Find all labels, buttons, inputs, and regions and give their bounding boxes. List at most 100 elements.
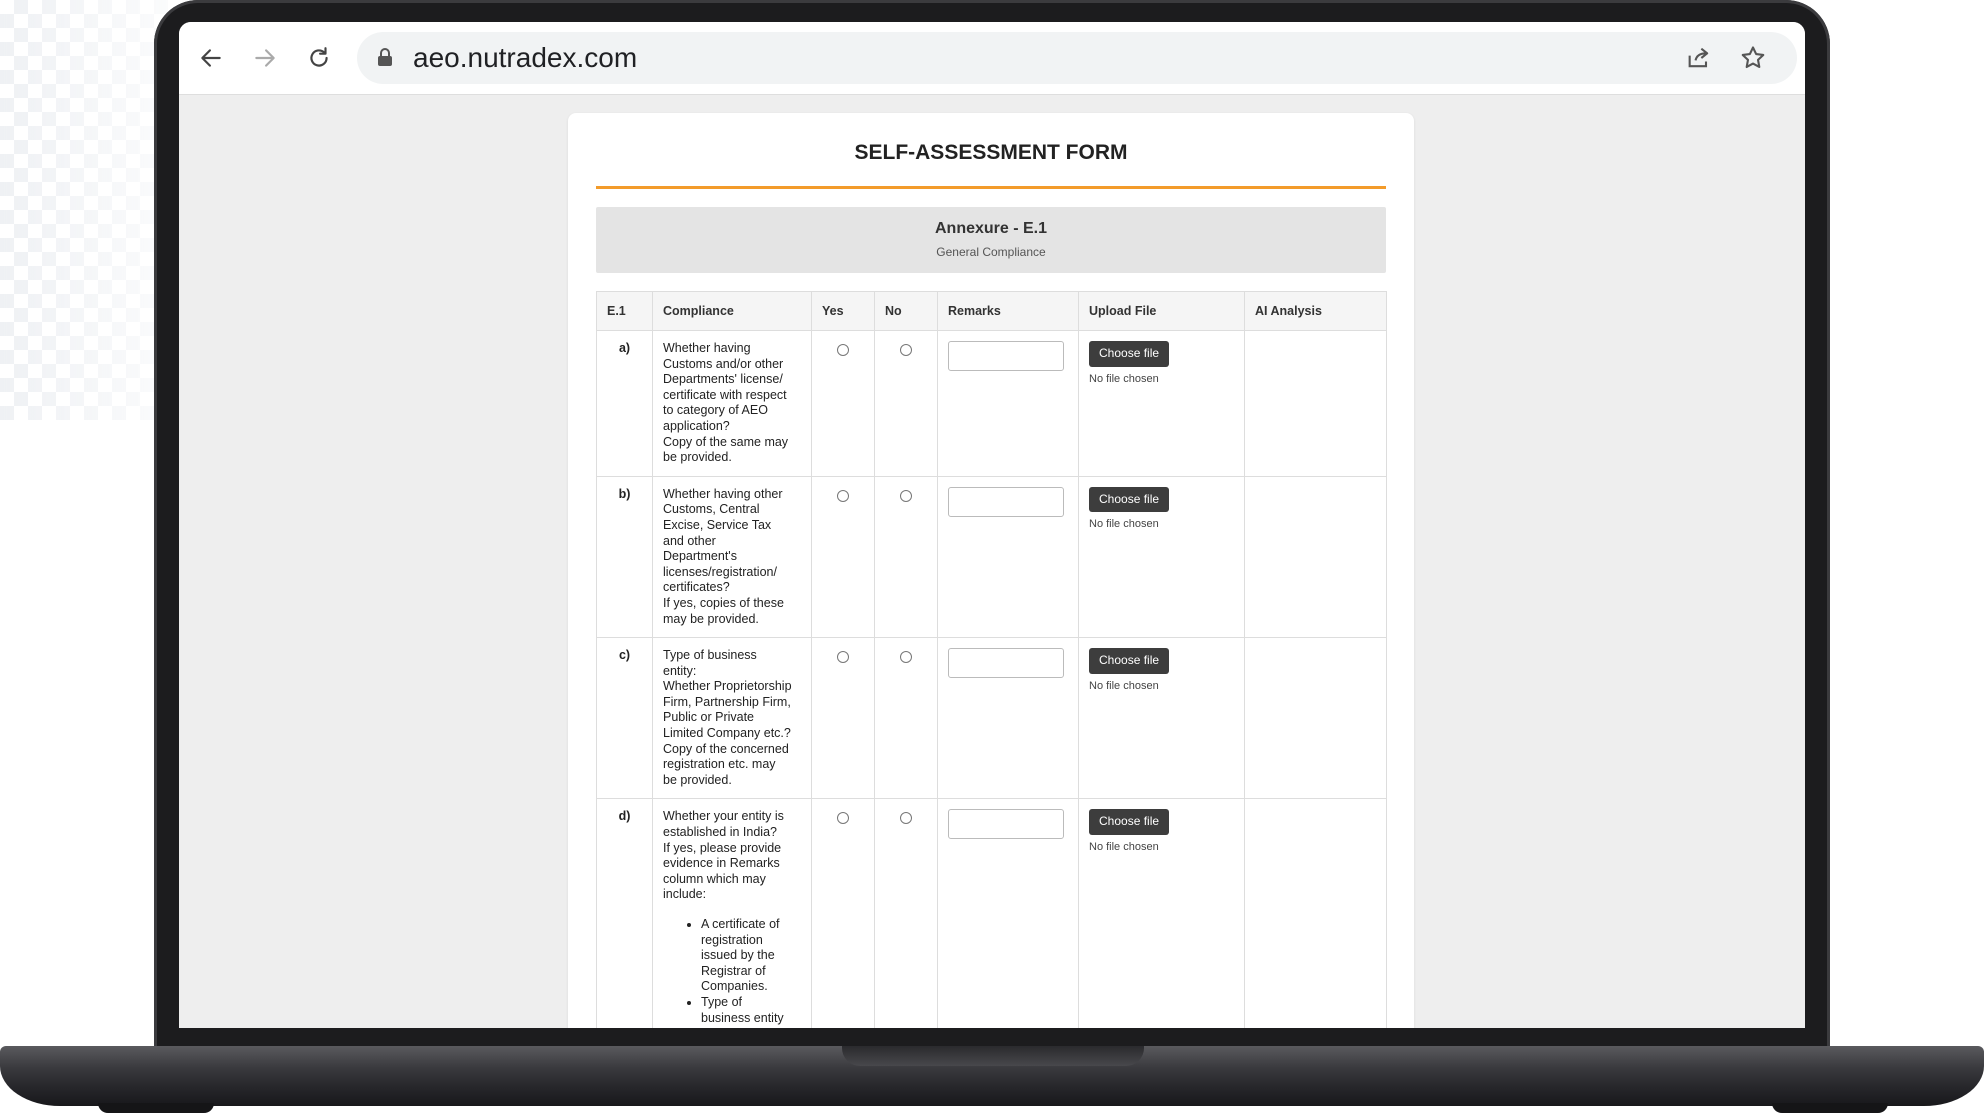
upload-cell: Choose file No file chosen bbox=[1078, 798, 1245, 1028]
table-header-row: E.1 Compliance Yes No Remarks Upload Fil… bbox=[596, 291, 1387, 331]
header-no: No bbox=[874, 291, 938, 331]
header-upload: Upload File bbox=[1078, 291, 1245, 331]
yes-radio[interactable] bbox=[837, 651, 849, 664]
no-radio[interactable] bbox=[900, 489, 912, 502]
compliance-text-line: certificate with respect bbox=[663, 387, 787, 402]
compliance-text-line: evidence in Remarks bbox=[663, 856, 780, 871]
compliance-text-line: Department's bbox=[663, 549, 737, 564]
evidence-text-line: A certificate of bbox=[701, 917, 780, 931]
reload-icon[interactable] bbox=[301, 40, 337, 76]
remarks-input[interactable] bbox=[948, 648, 1064, 679]
choose-file-button[interactable]: Choose file bbox=[1089, 648, 1170, 674]
laptop-screen: aeo.nutradex.com SELF-ASSESSMENT FORM An… bbox=[179, 22, 1805, 1028]
no-cell bbox=[874, 475, 938, 639]
compliance-text-line: licenses/registration/ bbox=[663, 564, 777, 579]
row-index: b) bbox=[596, 475, 653, 639]
compliance-text-line: Whether having other bbox=[663, 486, 783, 501]
ai-analysis-cell bbox=[1244, 637, 1387, 800]
header-ai-analysis: AI Analysis bbox=[1244, 291, 1387, 331]
compliance-text-line: be provided. bbox=[663, 772, 732, 787]
table-row: d) Whether your entity is established in I… bbox=[596, 798, 1387, 1028]
choose-file-button[interactable]: Choose file bbox=[1089, 486, 1170, 513]
compliance-text-line: column which may bbox=[663, 871, 766, 886]
compliance-text-line: established in India? bbox=[663, 825, 777, 840]
upload-cell: Choose file No file chosen bbox=[1078, 475, 1245, 639]
annexure-header: Annexure - E.1 General Compliance bbox=[596, 207, 1386, 273]
remarks-cell bbox=[937, 798, 1079, 1028]
row-index: d) bbox=[596, 798, 653, 1028]
compliance-text-line: Public or Private bbox=[663, 710, 755, 725]
bookmark-star-icon[interactable] bbox=[1739, 44, 1767, 72]
table-row: c) Type of business entity: Whether Proprie… bbox=[596, 637, 1387, 800]
yes-cell bbox=[811, 475, 875, 639]
compliance-text-line: Whether having bbox=[663, 341, 751, 355]
no-radio[interactable] bbox=[900, 651, 912, 664]
forward-arrow-icon[interactable] bbox=[247, 40, 283, 76]
url-text[interactable]: aeo.nutradex.com bbox=[413, 42, 637, 74]
evidence-text-line: business entity bbox=[701, 1010, 784, 1025]
compliance-text-line: Copy of the concerned bbox=[663, 741, 789, 756]
file-status-text: No file chosen bbox=[1089, 372, 1159, 385]
table-row: b) Whether having other Customs, Central Ex… bbox=[596, 475, 1387, 639]
compliance-text-line: If yes, please provide bbox=[663, 840, 782, 855]
laptop-foot-right bbox=[1772, 1103, 1888, 1113]
lock-icon bbox=[377, 47, 393, 72]
remarks-cell bbox=[937, 637, 1079, 800]
compliance-cell: Whether having other Customs, Central Exci… bbox=[652, 475, 812, 639]
laptop-foot-left bbox=[98, 1103, 214, 1113]
header-yes: Yes bbox=[811, 291, 875, 331]
ai-analysis-cell bbox=[1244, 330, 1387, 477]
compliance-text-line: Type of business bbox=[663, 648, 757, 663]
compliance-text-line: to category of AEO bbox=[663, 403, 768, 418]
evidence-list-item: Type ofbusiness entity bbox=[701, 995, 801, 1026]
annexure-subtitle: General Compliance bbox=[936, 245, 1046, 259]
evidence-list: A certificate ofregistrationissued by th… bbox=[663, 917, 801, 1026]
evidence-list-item: A certificate ofregistrationissued by th… bbox=[701, 917, 801, 995]
compliance-text-line: entity: bbox=[663, 663, 697, 678]
row-index: c) bbox=[596, 637, 653, 800]
compliance-cell: Type of business entity: Whether Proprieto… bbox=[652, 637, 812, 800]
compliance-text-line: and other bbox=[663, 533, 716, 548]
compliance-cell: Whether having Customs and/or other Depart… bbox=[652, 330, 812, 477]
remarks-input[interactable] bbox=[948, 486, 1064, 517]
address-bar[interactable]: aeo.nutradex.com bbox=[357, 32, 1797, 84]
remarks-input[interactable] bbox=[948, 809, 1064, 840]
choose-file-button[interactable]: Choose file bbox=[1089, 341, 1170, 367]
no-radio[interactable] bbox=[900, 344, 912, 356]
laptop-hinge-notch bbox=[842, 1046, 1144, 1066]
ai-analysis-cell bbox=[1244, 798, 1387, 1028]
evidence-text-line: Type of bbox=[701, 994, 742, 1009]
no-radio[interactable] bbox=[900, 812, 912, 825]
file-status-text: No file chosen bbox=[1089, 841, 1159, 854]
compliance-table: E.1 Compliance Yes No Remarks Upload Fil… bbox=[596, 291, 1387, 1028]
file-status-text: No file chosen bbox=[1089, 679, 1159, 692]
yes-radio[interactable] bbox=[837, 489, 849, 502]
file-status-text: No file chosen bbox=[1089, 518, 1159, 531]
browser-toolbar: aeo.nutradex.com bbox=[179, 22, 1805, 95]
evidence-text-line: Companies. bbox=[701, 979, 768, 994]
evidence-text-line: issued by the bbox=[701, 948, 775, 963]
compliance-text-line: Whether your entity is bbox=[663, 809, 784, 824]
compliance-text-line: Firm, Partnership Firm, bbox=[663, 694, 791, 709]
compliance-text-line: application? bbox=[663, 418, 730, 433]
choose-file-button[interactable]: Choose file bbox=[1089, 809, 1170, 836]
header-remarks: Remarks bbox=[937, 291, 1079, 331]
compliance-text-line: If yes, copies of these bbox=[663, 595, 784, 610]
annexure-title: Annexure - E.1 bbox=[934, 220, 1048, 237]
upload-cell: Choose file No file chosen bbox=[1078, 330, 1245, 477]
table-row: a) Whether having Customs and/or other Depa… bbox=[596, 330, 1387, 477]
yes-radio[interactable] bbox=[837, 344, 849, 356]
yes-cell bbox=[811, 798, 875, 1028]
remarks-cell bbox=[937, 475, 1079, 639]
no-cell bbox=[874, 637, 938, 800]
back-arrow-icon[interactable] bbox=[193, 40, 229, 76]
share-icon[interactable] bbox=[1685, 44, 1713, 72]
form-title: SELF-ASSESSMENT FORM bbox=[854, 141, 1128, 164]
yes-cell bbox=[811, 637, 875, 800]
remarks-input[interactable] bbox=[948, 341, 1064, 371]
compliance-text-line: Customs, Central bbox=[663, 502, 760, 517]
evidence-text-line: registration bbox=[701, 932, 763, 947]
yes-radio[interactable] bbox=[837, 812, 849, 825]
remarks-cell bbox=[937, 330, 1079, 477]
upload-cell: Choose file No file chosen bbox=[1078, 637, 1245, 800]
